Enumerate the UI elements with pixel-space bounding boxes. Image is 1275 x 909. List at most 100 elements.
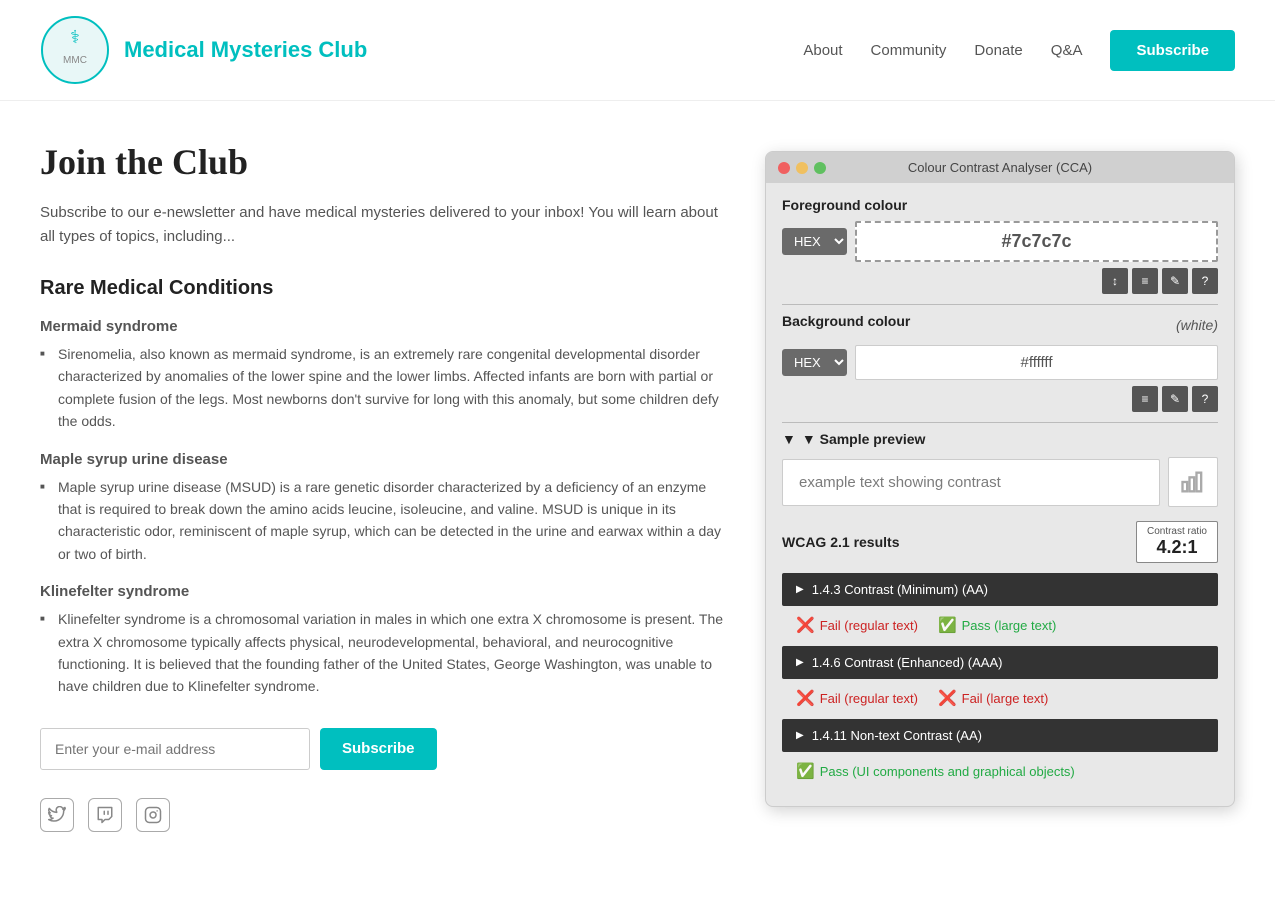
bg-help-icon[interactable]: ? bbox=[1192, 386, 1218, 412]
nav-community[interactable]: Community bbox=[871, 42, 947, 59]
bg-format-select[interactable]: HEX RGB HSL bbox=[782, 349, 847, 376]
background-label-row: Background colour (white) bbox=[782, 313, 1218, 337]
contrast-ratio-box: Contrast ratio 4.2:1 bbox=[1136, 521, 1218, 563]
divider-1 bbox=[782, 304, 1218, 305]
bg-hex-input[interactable] bbox=[855, 345, 1218, 380]
svg-text:⚕: ⚕ bbox=[70, 27, 80, 47]
condition-list-1: Sirenomelia, also known as mermaid syndr… bbox=[40, 343, 725, 433]
sample-text-box: example text showing contrast bbox=[782, 459, 1160, 506]
fail-large-label-146: Fail (large text) bbox=[962, 691, 1049, 706]
condition-name-3: Klinefelter syndrome bbox=[40, 583, 725, 600]
wcag-result-row-146: ❌ Fail (regular text) ❌ Fail (large text… bbox=[782, 681, 1218, 715]
contrast-ratio-title: Contrast ratio bbox=[1147, 526, 1207, 537]
wcag-item-146[interactable]: ▶ 1.4.6 Contrast (Enhanced) (AAA) bbox=[782, 646, 1218, 679]
wcag-label: WCAG 2.1 results bbox=[782, 534, 899, 550]
subscribe-button[interactable]: Subscribe bbox=[320, 728, 437, 770]
wcag-header-row: WCAG 2.1 results Contrast ratio 4.2:1 bbox=[782, 521, 1218, 563]
window-dots bbox=[778, 162, 826, 174]
wcag-item-143[interactable]: ▶ 1.4.3 Contrast (Minimum) (AA) bbox=[782, 573, 1218, 606]
bg-sliders-icon[interactable]: ≡ bbox=[1132, 386, 1158, 412]
fg-eyedropper-icon[interactable]: ✎ bbox=[1162, 268, 1188, 294]
svg-text:MMC: MMC bbox=[63, 55, 87, 66]
fg-sliders-icon[interactable]: ≡ bbox=[1132, 268, 1158, 294]
foreground-label: Foreground colour bbox=[782, 197, 1218, 213]
wcag-item-label-143: 1.4.3 Contrast (Minimum) (AA) bbox=[812, 582, 988, 597]
background-label: Background colour bbox=[782, 313, 910, 329]
sample-preview-row: example text showing contrast bbox=[782, 457, 1218, 507]
chart-icon bbox=[1179, 468, 1207, 496]
wcag-result-row-143: ❌ Fail (regular text) ✅ Pass (large text… bbox=[782, 608, 1218, 642]
header: ⚕ MMC Medical Mysteries Club About Commu… bbox=[0, 0, 1275, 101]
divider-2 bbox=[782, 422, 1218, 423]
condition-list-3: Klinefelter syndrome is a chromosomal va… bbox=[40, 608, 725, 698]
section-heading: Rare Medical Conditions bbox=[40, 277, 725, 300]
email-input[interactable] bbox=[40, 728, 310, 770]
fg-icons-row: ↕ ≡ ✎ ? bbox=[782, 268, 1218, 294]
logo-area: ⚕ MMC Medical Mysteries Club bbox=[40, 15, 367, 85]
nav-donate[interactable]: Donate bbox=[974, 42, 1022, 59]
minimize-dot[interactable] bbox=[796, 162, 808, 174]
wcag-fail-large-146: ❌ Fail (large text) bbox=[938, 689, 1048, 707]
condition-mermaid: Mermaid syndrome Sirenomelia, also known… bbox=[40, 318, 725, 433]
pass-large-label-143: Pass (large text) bbox=[962, 618, 1057, 633]
social-icons bbox=[40, 798, 725, 832]
intro-text: Subscribe to our e-newsletter and have m… bbox=[40, 201, 725, 249]
main-content: Join the Club Subscribe to our e-newslet… bbox=[0, 101, 1275, 852]
pass-icon-14011-ui: ✅ bbox=[796, 762, 815, 780]
instagram-icon[interactable] bbox=[136, 798, 170, 832]
bg-icons-row: ≡ ✎ ? bbox=[782, 386, 1218, 412]
header-subscribe-button[interactable]: Subscribe bbox=[1110, 30, 1235, 71]
contrast-ratio-value: 4.2:1 bbox=[1147, 537, 1207, 558]
fg-format-select[interactable]: HEX RGB HSL bbox=[782, 228, 847, 255]
wcag-item-14011[interactable]: ▶ 1.4.11 Non-text Contrast (AA) bbox=[782, 719, 1218, 752]
nav-qa[interactable]: Q&A bbox=[1051, 42, 1083, 59]
list-item: Klinefelter syndrome is a chromosomal va… bbox=[40, 608, 725, 698]
wcag-fail-regular-146: ❌ Fail (regular text) bbox=[796, 689, 918, 707]
fg-help-icon[interactable]: ? bbox=[1192, 268, 1218, 294]
cca-titlebar: Colour Contrast Analyser (CCA) bbox=[766, 152, 1234, 183]
list-item: Maple syrup urine disease (MSUD) is a ra… bbox=[40, 476, 725, 566]
cca-title: Colour Contrast Analyser (CCA) bbox=[908, 160, 1092, 175]
sample-text: example text showing contrast bbox=[799, 474, 1001, 491]
page-title: Join the Club bbox=[40, 141, 725, 183]
maximize-dot[interactable] bbox=[814, 162, 826, 174]
foreground-row: HEX RGB HSL bbox=[782, 221, 1218, 262]
condition-list-2: Maple syrup urine disease (MSUD) is a ra… bbox=[40, 476, 725, 566]
wcag-result-row-14011: ✅ Pass (UI components and graphical obje… bbox=[782, 754, 1218, 788]
fg-hex-input[interactable] bbox=[855, 221, 1218, 262]
wcag-pass-large-143: ✅ Pass (large text) bbox=[938, 616, 1056, 634]
logo-image: ⚕ MMC bbox=[40, 15, 110, 85]
condition-name-1: Mermaid syndrome bbox=[40, 318, 725, 335]
fail-icon-146-large: ❌ bbox=[938, 689, 957, 707]
condition-klinefelter: Klinefelter syndrome Klinefelter syndrom… bbox=[40, 583, 725, 698]
list-item: Sirenomelia, also known as mermaid syndr… bbox=[40, 343, 725, 433]
bg-eyedropper-icon[interactable]: ✎ bbox=[1162, 386, 1188, 412]
fail-regular-label-146: Fail (regular text) bbox=[820, 691, 918, 706]
play-icon-146: ▶ bbox=[796, 657, 804, 668]
condition-name-2: Maple syrup urine disease bbox=[40, 451, 725, 468]
wcag-item-label-146: 1.4.6 Contrast (Enhanced) (AAA) bbox=[812, 655, 1003, 670]
nav-about[interactable]: About bbox=[803, 42, 842, 59]
fail-icon-146-regular: ❌ bbox=[796, 689, 815, 707]
sample-preview-text: ▼ Sample preview bbox=[802, 431, 926, 447]
article-content: Join the Club Subscribe to our e-newslet… bbox=[40, 141, 725, 832]
twitter-icon[interactable] bbox=[40, 798, 74, 832]
background-row: HEX RGB HSL bbox=[782, 345, 1218, 380]
fg-sort-icon[interactable]: ↕ bbox=[1102, 268, 1128, 294]
bg-white-label: (white) bbox=[1176, 317, 1218, 333]
wcag-pass-ui-14011: ✅ Pass (UI components and graphical obje… bbox=[796, 762, 1075, 780]
condition-msud: Maple syrup urine disease Maple syrup ur… bbox=[40, 451, 725, 566]
pass-ui-label-14011: Pass (UI components and graphical object… bbox=[820, 764, 1075, 779]
fail-icon-143-regular: ❌ bbox=[796, 616, 815, 634]
cca-panel: Colour Contrast Analyser (CCA) Foregroun… bbox=[765, 151, 1235, 807]
pass-icon-143-large: ✅ bbox=[938, 616, 957, 634]
play-icon-14011: ▶ bbox=[796, 730, 804, 741]
chart-icon-box[interactable] bbox=[1168, 457, 1218, 507]
wcag-fail-regular-143: ❌ Fail (regular text) bbox=[796, 616, 918, 634]
wcag-item-label-14011: 1.4.11 Non-text Contrast (AA) bbox=[812, 728, 982, 743]
main-nav: About Community Donate Q&A Subscribe bbox=[803, 30, 1235, 71]
cca-body: Foreground colour HEX RGB HSL ↕ ≡ ✎ ? Ba… bbox=[766, 183, 1234, 806]
twitch-icon[interactable] bbox=[88, 798, 122, 832]
play-icon-143: ▶ bbox=[796, 584, 804, 595]
close-dot[interactable] bbox=[778, 162, 790, 174]
